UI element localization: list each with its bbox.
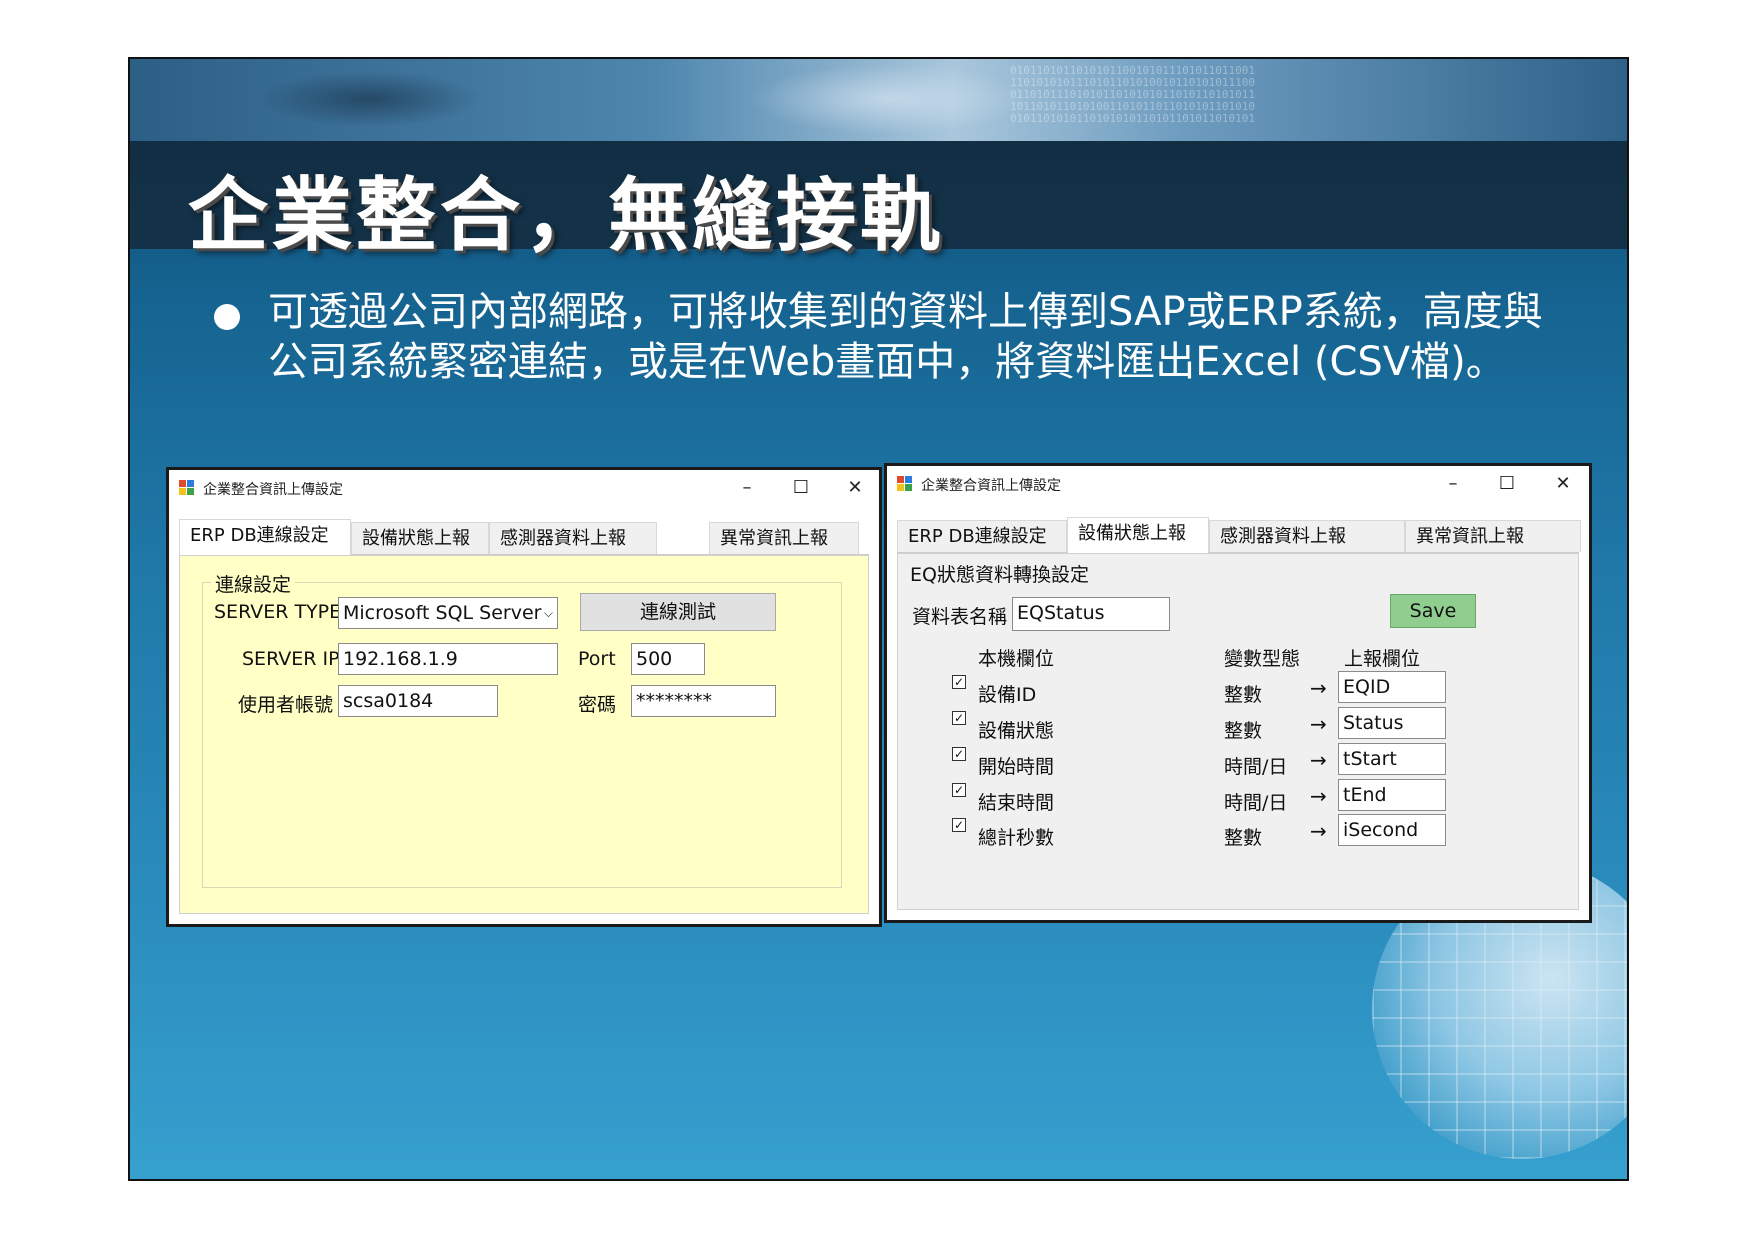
banner-binary-text: 0101101011010101100101011101011011001 11… bbox=[1010, 65, 1256, 125]
connection-test-button[interactable]: 連線測試 bbox=[580, 593, 776, 631]
window-title: 企業整合資訊上傳設定 bbox=[203, 482, 343, 498]
minimize-icon[interactable]: – bbox=[729, 474, 765, 502]
titlebar: 企業整合資訊上傳設定 – ☐ ✕ bbox=[887, 466, 1589, 502]
user-account-label: 使用者帳號 bbox=[238, 694, 334, 716]
row-variable-type: 整數 bbox=[1224, 684, 1263, 706]
user-account-field[interactable]: scsa0184 bbox=[338, 685, 498, 717]
row-variable-type: 整數 bbox=[1224, 827, 1263, 849]
tab-device-status[interactable]: 設備狀態上報 bbox=[1067, 517, 1209, 553]
arrow-right-icon: → bbox=[1310, 784, 1327, 808]
header-local-field: 本機欄位 bbox=[978, 648, 1055, 670]
row-report-field[interactable]: tEnd bbox=[1338, 779, 1446, 811]
row-checkbox[interactable]: ✓ bbox=[952, 711, 966, 725]
bullet-text: 可透過公司內部網路，可將收集到的資料上傳到SAP或ERP系統，高度與公司系統緊密… bbox=[268, 289, 1543, 385]
arrow-right-icon: → bbox=[1310, 712, 1327, 736]
server-ip-label: SERVER IP bbox=[242, 648, 340, 670]
window-erp-db-settings: 企業整合資訊上傳設定 – ☐ ✕ ERP DB連線設定 設備狀態上報 感測器資料… bbox=[168, 469, 880, 925]
row-checkbox[interactable]: ✓ bbox=[952, 818, 966, 832]
group-title: 連線設定 bbox=[211, 570, 296, 597]
tab-strip: ERP DB連線設定 設備狀態上報 感測器資料上報 異常資訊上報 bbox=[179, 519, 869, 555]
tab-exception[interactable]: 異常資訊上報 bbox=[1405, 520, 1581, 552]
tab-device-status[interactable]: 設備狀態上報 bbox=[351, 522, 489, 554]
server-type-value: Microsoft SQL Server bbox=[343, 602, 542, 624]
password-label: 密碼 bbox=[578, 694, 617, 716]
row-variable-type: 時間/日 bbox=[1224, 756, 1288, 778]
row-local-field: 設備ID bbox=[978, 684, 1037, 706]
maximize-icon[interactable]: ☐ bbox=[783, 474, 819, 502]
row-local-field: 設備狀態 bbox=[978, 720, 1055, 742]
tab-exception[interactable]: 異常資訊上報 bbox=[709, 522, 859, 554]
arrow-right-icon: → bbox=[1310, 676, 1327, 700]
row-report-field[interactable]: tStart bbox=[1338, 743, 1446, 775]
banner-decoration: 0101101011010101100101011101011011001 11… bbox=[130, 59, 1627, 141]
tab-erp-db[interactable]: ERP DB連線設定 bbox=[179, 519, 351, 555]
close-icon[interactable]: ✕ bbox=[1545, 470, 1581, 498]
app-icon bbox=[179, 480, 195, 496]
row-report-field[interactable]: EQID bbox=[1338, 671, 1446, 703]
row-report-field[interactable]: iSecond bbox=[1338, 814, 1446, 846]
slide: 0101101011010101100101011101011011001 11… bbox=[128, 57, 1629, 1181]
row-checkbox[interactable]: ✓ bbox=[952, 747, 966, 761]
bullet-dot-icon bbox=[214, 304, 240, 330]
tab-panel: EQ狀態資料轉換設定 資料表名稱 EQStatus Save 本機欄位 變數型態… bbox=[897, 553, 1579, 910]
tab-erp-db[interactable]: ERP DB連線設定 bbox=[897, 520, 1067, 552]
row-local-field: 開始時間 bbox=[978, 756, 1055, 778]
header-variable-type: 變數型態 bbox=[1224, 648, 1301, 670]
tab-strip: ERP DB連線設定 設備狀態上報 感測器資料上報 異常資訊上報 bbox=[897, 517, 1581, 553]
arrow-right-icon: → bbox=[1310, 748, 1327, 772]
row-checkbox[interactable]: ✓ bbox=[952, 675, 966, 689]
header-report-field: 上報欄位 bbox=[1344, 648, 1421, 670]
save-button[interactable]: Save bbox=[1390, 594, 1476, 628]
server-type-select[interactable]: Microsoft SQL Server ⌵ bbox=[338, 597, 558, 629]
maximize-icon[interactable]: ☐ bbox=[1489, 470, 1525, 498]
row-report-field[interactable]: Status bbox=[1338, 707, 1446, 739]
row-variable-type: 時間/日 bbox=[1224, 792, 1288, 814]
minimize-icon[interactable]: – bbox=[1435, 470, 1471, 498]
server-ip-field[interactable]: 192.168.1.9 bbox=[338, 643, 558, 675]
close-icon[interactable]: ✕ bbox=[837, 474, 873, 502]
row-variable-type: 整數 bbox=[1224, 720, 1263, 742]
table-name-label: 資料表名稱 bbox=[912, 606, 1008, 628]
arrow-right-icon: → bbox=[1310, 819, 1327, 843]
port-label: Port bbox=[578, 648, 616, 670]
slide-title: 企業整合，無縫接軌 bbox=[188, 169, 944, 262]
password-field[interactable]: ******** bbox=[631, 685, 776, 717]
window-title: 企業整合資訊上傳設定 bbox=[921, 478, 1061, 494]
port-field[interactable]: 500 bbox=[631, 643, 705, 675]
chevron-down-icon: ⌵ bbox=[543, 606, 553, 620]
tab-sensor-data[interactable]: 感測器資料上報 bbox=[1209, 520, 1405, 552]
window-device-status-settings: 企業整合資訊上傳設定 – ☐ ✕ ERP DB連線設定 設備狀態上報 感測器資料… bbox=[886, 465, 1590, 921]
section-title: EQ狀態資料轉換設定 bbox=[910, 564, 1089, 586]
row-checkbox[interactable]: ✓ bbox=[952, 783, 966, 797]
titlebar: 企業整合資訊上傳設定 – ☐ ✕ bbox=[169, 470, 879, 506]
tab-panel: 連線設定 SERVER TYPE Microsoft SQL Server ⌵ … bbox=[179, 555, 869, 914]
row-local-field: 總計秒數 bbox=[978, 827, 1055, 849]
server-type-label: SERVER TYPE bbox=[214, 601, 342, 623]
row-local-field: 結束時間 bbox=[978, 792, 1055, 814]
tab-sensor-data[interactable]: 感測器資料上報 bbox=[489, 522, 657, 554]
table-name-field[interactable]: EQStatus bbox=[1012, 597, 1170, 631]
app-icon bbox=[897, 476, 913, 492]
